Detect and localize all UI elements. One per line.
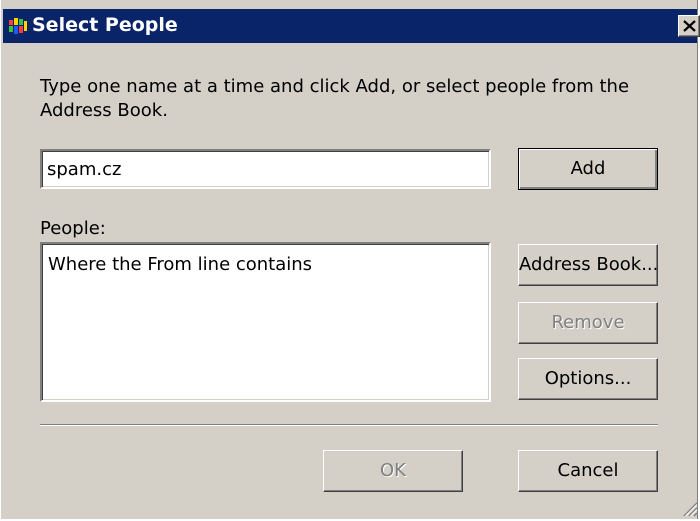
select-people-dialog: Select People Type one name at a time an…	[0, 0, 700, 519]
close-button[interactable]	[678, 15, 700, 37]
instructions-text: Type one name at a time and click Add, o…	[40, 76, 630, 121]
window-title: Select People	[32, 14, 178, 36]
remove-button[interactable]: Remove	[518, 302, 658, 344]
options-button[interactable]: Options...	[518, 358, 658, 400]
add-button[interactable]: Add	[518, 148, 658, 190]
people-app-icon	[9, 18, 27, 34]
ok-button[interactable]: OK	[323, 450, 463, 492]
list-item[interactable]: Where the From line contains	[48, 254, 489, 275]
title-bar[interactable]: Select People	[3, 9, 700, 43]
address-book-button[interactable]: Address Book...	[518, 244, 658, 286]
separator	[40, 424, 658, 426]
name-input[interactable]: spam.cz	[40, 149, 491, 189]
close-icon	[683, 20, 696, 32]
cancel-button[interactable]: Cancel	[518, 450, 658, 492]
people-label: People:	[40, 218, 106, 239]
people-list[interactable]: Where the From line contains	[40, 242, 491, 402]
resize-grip-icon[interactable]	[678, 497, 698, 517]
